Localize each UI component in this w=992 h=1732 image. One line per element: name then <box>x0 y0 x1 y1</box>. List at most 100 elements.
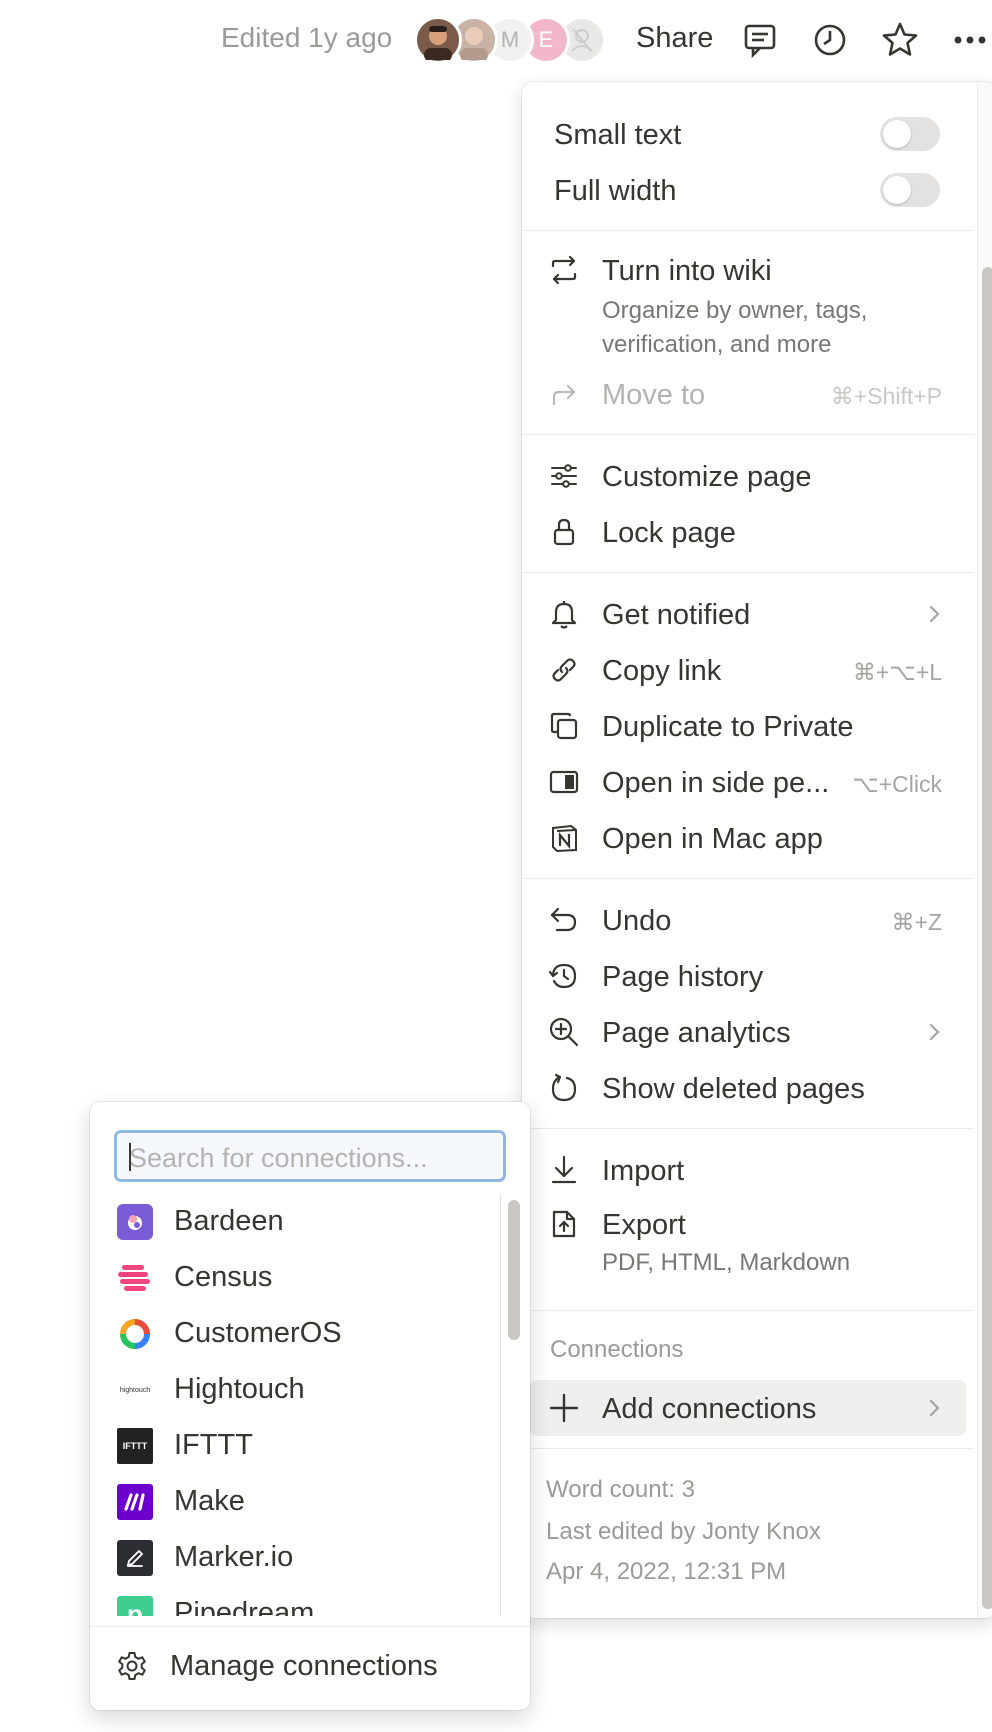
connections-scrollbar-track[interactable] <box>500 1194 501 1616</box>
arrow-turn-right-icon <box>548 378 580 410</box>
analytics-search-icon <box>548 1016 580 1048</box>
menu-divider <box>522 572 974 573</box>
connection-label: IFTTT <box>174 1429 253 1461</box>
connections-scrollbar-thumb[interactable] <box>508 1200 520 1340</box>
connection-label: Make <box>174 1485 245 1517</box>
connection-item-make[interactable]: Make <box>90 1474 500 1530</box>
open-side-peek-label: Open in side pe... <box>602 767 830 799</box>
manage-connections-button[interactable]: Manage connections <box>90 1638 530 1694</box>
page-history-label: Page history <box>602 961 764 993</box>
comment-icon[interactable] <box>738 18 782 62</box>
wiki-description-line: Organize by owner, tags, <box>602 297 868 324</box>
toggle-knob <box>883 176 911 204</box>
wiki-description-line: verification, and more <box>602 331 832 358</box>
open-side-peek-item[interactable]: Open in side pe... ⌥+Click <box>522 756 974 808</box>
full-width-toggle-row[interactable]: Full width <box>522 164 974 216</box>
move-to-label: Move to <box>602 379 706 411</box>
small-text-toggle-row[interactable]: Small text <box>522 108 974 160</box>
connection-item-hightouch[interactable]: hightouch Hightouch <box>90 1362 500 1418</box>
lock-page-label: Lock page <box>602 517 736 549</box>
duplicate-item[interactable]: Duplicate to Private <box>522 700 974 752</box>
turn-into-wiki-item[interactable]: Turn into wiki Organize by owner, tags, … <box>522 244 974 364</box>
export-file-icon <box>548 1208 580 1240</box>
full-width-label: Full width <box>554 175 677 207</box>
marker-io-logo-icon <box>117 1540 153 1576</box>
undo-item[interactable]: Undo ⌘+Z <box>522 894 974 946</box>
connection-item-marker-io[interactable]: Marker.io <box>90 1530 500 1586</box>
customize-page-label: Customize page <box>602 461 812 493</box>
word-count: Word count: 3 <box>546 1476 695 1503</box>
connections-search-box[interactable] <box>114 1130 506 1182</box>
sliders-icon <box>548 460 580 492</box>
move-to-shortcut: ⌘+Shift+P <box>830 383 942 409</box>
star-icon[interactable] <box>878 18 922 62</box>
open-side-peek-shortcut: ⌥+Click <box>852 771 942 797</box>
get-notified-label: Get notified <box>602 599 751 631</box>
notion-logo-icon <box>548 822 580 854</box>
chevron-right-icon <box>922 1396 946 1420</box>
gear-icon <box>116 1650 148 1682</box>
lock-page-item[interactable]: Lock page <box>522 506 974 558</box>
menu-divider <box>522 1310 974 1311</box>
bardeen-logo-icon <box>117 1204 153 1240</box>
history-icon <box>548 960 580 992</box>
connections-heading: Connections <box>550 1336 684 1363</box>
connection-label: CustomerOS <box>174 1317 342 1349</box>
export-label: Export <box>602 1209 686 1241</box>
connections-search-input[interactable] <box>127 1141 491 1175</box>
share-button[interactable]: Share <box>636 22 713 55</box>
make-logo-icon <box>117 1484 153 1520</box>
open-mac-app-item[interactable]: Open in Mac app <box>522 812 974 864</box>
avatar-initial: M <box>500 27 520 52</box>
export-item[interactable]: Export PDF, HTML, Markdown <box>522 1198 974 1284</box>
top-bar: Edited 1y ago M E Share <box>0 0 992 80</box>
pipedream-logo-icon: p <box>117 1596 153 1616</box>
connection-label: Bardeen <box>174 1205 284 1237</box>
undo-icon <box>548 904 580 936</box>
last-edited-date: Apr 4, 2022, 12:31 PM <box>546 1558 787 1585</box>
copy-link-label: Copy link <box>602 655 722 687</box>
connection-item-pipedream[interactable]: p Pipedream <box>90 1586 500 1616</box>
full-width-toggle[interactable] <box>880 173 940 207</box>
copy-link-item[interactable]: Copy link ⌘+⌥+L <box>522 644 974 696</box>
link-icon <box>548 654 580 686</box>
toggle-knob <box>883 120 911 148</box>
bell-icon <box>548 598 580 630</box>
plus-icon <box>548 1392 580 1424</box>
connections-list: Bardeen Census CustomerOS hightouch High… <box>90 1194 530 1616</box>
connection-label: Marker.io <box>174 1541 294 1573</box>
avatar-initial: E <box>538 27 554 52</box>
menu-scrollbar-thumb[interactable] <box>982 267 992 1609</box>
small-text-label: Small text <box>554 119 682 151</box>
connection-item-customeros[interactable]: CustomerOS <box>90 1306 500 1362</box>
menu-divider <box>522 434 974 435</box>
small-text-toggle[interactable] <box>880 117 940 151</box>
connection-item-ifttt[interactable]: IFTTT IFTTT <box>90 1418 500 1474</box>
open-mac-app-label: Open in Mac app <box>602 823 823 855</box>
get-notified-item[interactable]: Get notified <box>522 588 974 640</box>
copy-link-shortcut: ⌘+⌥+L <box>852 659 942 685</box>
connection-item-bardeen[interactable]: Bardeen <box>90 1194 500 1250</box>
move-to-item[interactable]: Move to ⌘+Shift+P <box>522 368 974 420</box>
connection-label: Pipedream <box>174 1597 315 1616</box>
customize-page-item[interactable]: Customize page <box>522 450 974 502</box>
text-caret <box>129 1143 131 1171</box>
download-arrow-icon <box>548 1154 580 1186</box>
add-connections-item[interactable]: Add connections <box>522 1382 974 1434</box>
page-options-menu: Small text Full width Turn into wiki Org… <box>522 82 992 1618</box>
show-deleted-pages-item[interactable]: Show deleted pages <box>522 1062 974 1114</box>
page-history-item[interactable]: Page history <box>522 950 974 1002</box>
clock-icon[interactable] <box>808 18 852 62</box>
import-item[interactable]: Import <box>522 1144 974 1196</box>
manage-connections-label: Manage connections <box>170 1650 438 1682</box>
restore-icon <box>548 1072 580 1104</box>
menu-divider <box>522 230 974 231</box>
page-analytics-item[interactable]: Page analytics <box>522 1006 974 1058</box>
hightouch-logo-icon: hightouch <box>117 1372 153 1408</box>
more-icon[interactable] <box>948 18 992 62</box>
import-label: Import <box>602 1155 685 1187</box>
side-peek-icon <box>548 766 580 798</box>
connection-item-census[interactable]: Census <box>90 1250 500 1306</box>
avatar[interactable] <box>414 16 462 64</box>
menu-divider <box>522 878 974 879</box>
